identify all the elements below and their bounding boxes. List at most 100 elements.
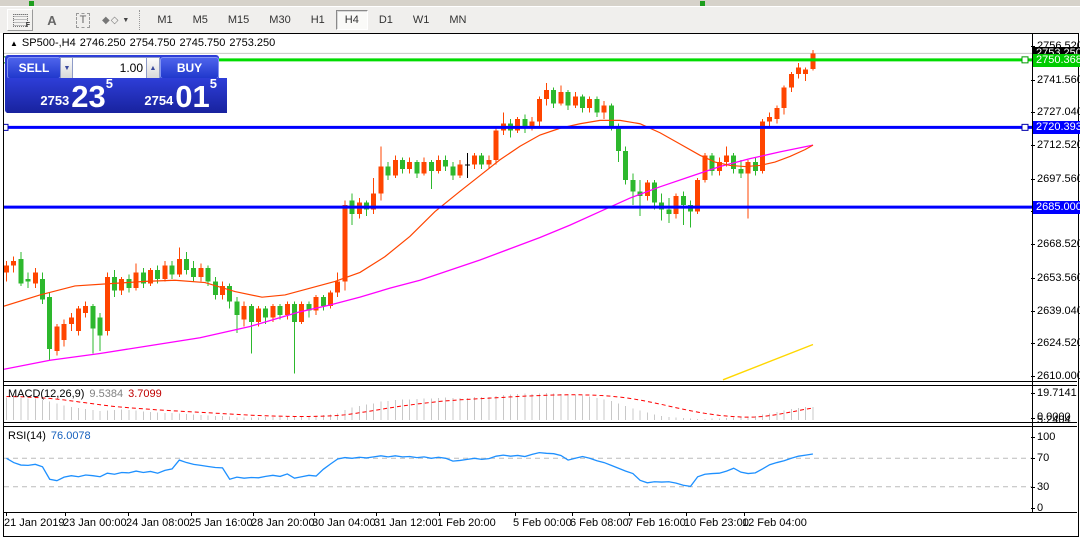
axis-label: 2741.560 (1037, 74, 1080, 86)
axis-label: 2610.000 (1037, 370, 1080, 382)
toolbar-separator (139, 10, 141, 30)
axis-tick (1031, 179, 1035, 180)
time-label: 5 Feb 00:00 (513, 517, 572, 529)
axis-label: 0 (1037, 502, 1043, 514)
time-label: 12 Feb 04:00 (742, 517, 807, 529)
axis-tick (1031, 145, 1035, 146)
axis-tick (1031, 278, 1035, 279)
timeframe-buttons: M1M5M15M30H1H4D1W1MN (147, 10, 476, 30)
status-dot (700, 1, 705, 6)
timeframe-button-w1[interactable]: W1 (404, 10, 439, 30)
sell-price-main: 23 (71, 82, 105, 111)
time-tick (128, 512, 129, 516)
pane-divider[interactable] (3, 381, 1077, 382)
sell-price-display[interactable]: 2753 23 5 (7, 78, 121, 113)
one-click-trade-panel: SELL ▼ ▲ BUY 2753 23 5 2754 01 5 (5, 55, 219, 113)
axis-label: 5.2404 (1037, 414, 1071, 426)
line-handle[interactable] (1022, 57, 1028, 63)
axis-tick (1031, 437, 1035, 438)
axis-tick (1031, 311, 1035, 312)
axis-label: 30 (1037, 481, 1049, 493)
shapes-icon[interactable]: ◆◇ ▼ (102, 10, 129, 30)
sell-price-prefix: 2753 (40, 91, 69, 111)
axis-label: 2624.520 (1037, 337, 1080, 349)
line-price-box: 2685.000 (1033, 201, 1080, 214)
chevron-down-icon: ▼ (122, 17, 129, 24)
rsi-indicator-canvas[interactable] (4, 427, 1032, 512)
pane-divider (3, 426, 1077, 427)
ma-fast-line[interactable] (4, 120, 813, 306)
macd-label: MACD(12,26,9)9.53843.7099 (8, 388, 162, 400)
line-handle[interactable] (1022, 124, 1028, 130)
text-label-icon[interactable]: T (71, 10, 95, 30)
axis-label: 2697.560 (1037, 173, 1080, 185)
template-f-label: F (26, 22, 30, 29)
sell-price-pip: 5 (106, 78, 113, 90)
status-dot (29, 1, 34, 6)
chart-template-icon[interactable]: F (7, 9, 33, 31)
axis-label: 2668.520 (1037, 238, 1080, 250)
sell-button[interactable]: SELL (7, 57, 61, 79)
time-tick (376, 512, 377, 516)
time-label: 25 Jan 16:00 (189, 517, 253, 529)
time-tick (253, 512, 254, 516)
timeframe-button-m15[interactable]: M15 (219, 10, 258, 30)
timeframe-button-m30[interactable]: M30 (260, 10, 299, 30)
pane-divider (3, 512, 1077, 513)
upper-toolbar-remnant (0, 0, 1080, 7)
time-label: 28 Jan 20:00 (251, 517, 315, 529)
axis-label: 19.7141 (1037, 387, 1077, 399)
axis-tick (1031, 80, 1035, 81)
time-label: 21 Jan 2019 (4, 517, 65, 529)
volume-increment-button[interactable]: ▲ (146, 57, 160, 79)
axis-tick (1031, 112, 1035, 113)
timeframe-button-m5[interactable]: M5 (184, 10, 217, 30)
time-label: 1 Feb 20:00 (437, 517, 496, 529)
time-tick (65, 512, 66, 516)
mt4-application: F A T ◆◇ ▼ M1M5M15M30H1H4D1W1MN ▲SP500-,… (0, 0, 1080, 537)
time-tick (572, 512, 573, 516)
axis-label: 70 (1037, 452, 1049, 464)
time-label: 7 Feb 16:00 (627, 517, 686, 529)
timeframe-button-m1[interactable]: M1 (148, 10, 181, 30)
buy-price-prefix: 2754 (144, 91, 173, 111)
time-label: 24 Jan 08:00 (126, 517, 190, 529)
buy-price-display[interactable]: 2754 01 5 (115, 78, 227, 113)
font-icon[interactable]: A (40, 10, 64, 30)
ma-slow-line[interactable] (4, 145, 813, 369)
time-label: 10 Feb 23:00 (684, 517, 749, 529)
price-axis-separator (1032, 34, 1033, 513)
axis-tick (1031, 244, 1035, 245)
rsi-line[interactable] (7, 453, 813, 487)
time-label: 23 Jan 00:00 (63, 517, 127, 529)
time-label: 6 Feb 08:00 (570, 517, 629, 529)
axis-label: 100 (1037, 431, 1055, 443)
axis-label: 2727.040 (1037, 106, 1080, 118)
timeframe-button-h1[interactable]: H1 (302, 10, 334, 30)
time-tick (439, 512, 440, 516)
axis-label: 2653.560 (1037, 272, 1080, 284)
time-label: 31 Jan 12:00 (374, 517, 438, 529)
axis-tick (1031, 376, 1035, 377)
axis-label: 2639.040 (1037, 305, 1080, 317)
chart-toolbar: F A T ◆◇ ▼ M1M5M15M30H1H4D1W1MN (0, 7, 1080, 33)
pane-divider[interactable] (3, 422, 1077, 423)
axis-tick (1031, 418, 1035, 419)
time-label: 30 Jan 04:00 (312, 517, 376, 529)
time-tick (686, 512, 687, 516)
time-tick (191, 512, 192, 516)
line-handle[interactable] (4, 124, 8, 130)
time-tick (515, 512, 516, 516)
timeframe-button-mn[interactable]: MN (440, 10, 475, 30)
timeframe-button-h4[interactable]: H4 (336, 10, 368, 30)
time-tick (314, 512, 315, 516)
trendline[interactable] (723, 344, 813, 379)
rsi-label: RSI(14)76.0078 (8, 430, 91, 442)
axis-tick (1031, 487, 1035, 488)
buy-price-pip: 5 (210, 78, 217, 90)
buy-price-main: 01 (175, 82, 209, 111)
time-tick (6, 512, 7, 516)
axis-tick (1031, 458, 1035, 459)
time-tick (744, 512, 745, 516)
timeframe-button-d1[interactable]: D1 (370, 10, 402, 30)
